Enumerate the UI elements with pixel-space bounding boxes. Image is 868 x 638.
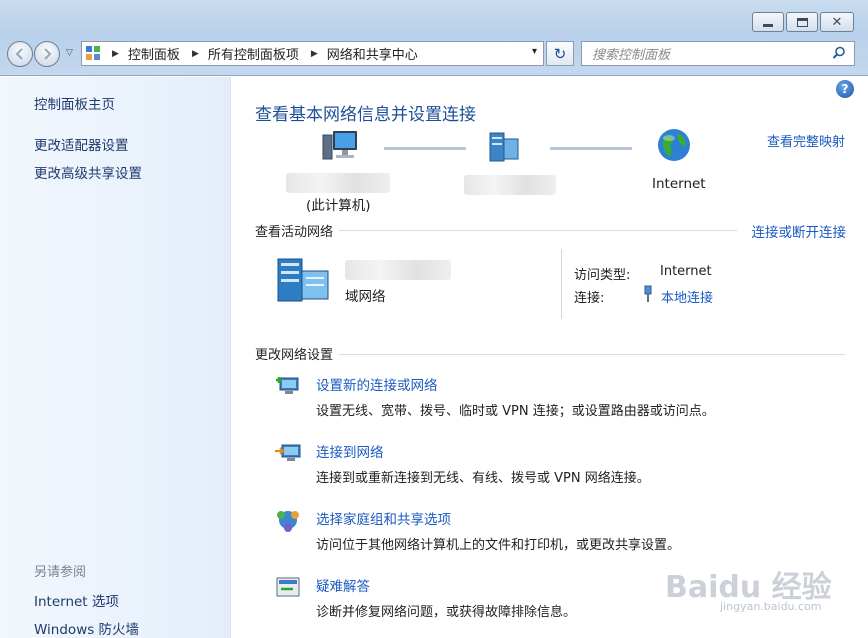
task-new-connection-desc: 设置无线、宽带、拨号、临时或 VPN 连接；或设置路由器或访问点。: [316, 404, 715, 419]
search-icon[interactable]: [832, 46, 846, 60]
connections-label: 连接:: [574, 291, 605, 306]
page-title: 查看基本网络信息并设置连接: [255, 105, 476, 125]
network-name-redacted: [464, 175, 556, 195]
breadcrumb-separator: ▶: [112, 48, 119, 59]
address-bar[interactable]: ▶ 控制面板 ▶ 所有控制面板项 ▶ 网络和共享中心 ▾: [81, 41, 544, 66]
close-icon: ✕: [831, 14, 843, 30]
network-node-icon: [489, 132, 519, 162]
homegroup-icon: [277, 511, 299, 532]
task-connect-network-title[interactable]: 连接到网络: [316, 441, 384, 461]
breadcrumb-separator: ▶: [191, 48, 199, 59]
task-homegroup-desc: 访问位于其他网络计算机上的文件和打印机，或更改共享设置。: [316, 538, 681, 553]
watermark-url: jingyan.baidu.com: [720, 600, 822, 613]
divider: [339, 354, 845, 355]
maximize-icon: [796, 17, 808, 27]
local-connection-link[interactable]: 本地连接: [661, 287, 713, 306]
task-homegroup-title[interactable]: 选择家庭组和共享选项: [316, 508, 451, 528]
task-troubleshoot-desc: 诊断并修复网络问题，或获得故障排除信息。: [316, 605, 577, 620]
title-bar: ✕ ▽ ▶ 控制面板 ▶ 所有控制面板项 ▶ 网络和共享中心 ▾ ↻ 搜索控制面…: [0, 0, 868, 76]
change-settings-heading: 更改网络设置: [255, 348, 334, 363]
troubleshoot-icon: [276, 577, 300, 597]
minimize-button[interactable]: [752, 12, 784, 32]
forward-arrow-icon: [44, 48, 52, 60]
sidebar-item-home[interactable]: 控制面板主页: [34, 93, 115, 113]
forward-button[interactable]: [34, 41, 60, 67]
network-type-label: 域网络: [345, 289, 386, 305]
this-computer-label: (此计算机): [306, 198, 371, 214]
refresh-button[interactable]: ↻: [546, 41, 574, 66]
back-arrow-icon: [15, 48, 23, 60]
breadcrumb-network-center[interactable]: 网络和共享中心: [327, 44, 418, 63]
sidebar-item-advanced-sharing[interactable]: 更改高级共享设置: [34, 162, 142, 182]
task-new-connection-title[interactable]: 设置新的连接或网络: [316, 374, 438, 394]
sidebar-item-internet-options[interactable]: Internet 选项: [34, 590, 119, 610]
help-icon: ?: [841, 82, 849, 96]
ethernet-icon: [644, 285, 652, 302]
access-type-label: 访问类型:: [574, 268, 631, 283]
connect-network-icon: [275, 444, 301, 461]
search-input[interactable]: 搜索控制面板: [581, 41, 855, 66]
internet-globe-icon: [658, 129, 690, 161]
breadcrumb-control-panel[interactable]: 控制面板: [128, 44, 180, 63]
task-connect-network-desc: 连接到或重新连接到无线、有线、拨号或 VPN 网络连接。: [316, 471, 650, 486]
map-link-line: [550, 147, 632, 150]
maximize-button[interactable]: [786, 12, 818, 32]
domain-network-icon: [277, 258, 329, 302]
access-type-value: Internet: [660, 264, 712, 279]
breadcrumb-all-items[interactable]: 所有控制面板项: [208, 44, 299, 63]
sidebar-item-adapter-settings[interactable]: 更改适配器设置: [34, 134, 129, 154]
sidebar-item-windows-firewall[interactable]: Windows 防火墙: [34, 618, 139, 638]
task-troubleshoot-title[interactable]: 疑难解答: [316, 575, 370, 595]
view-full-map-link[interactable]: 查看完整映射: [767, 131, 845, 150]
new-connection-icon: [276, 377, 299, 394]
control-panel-icon: [86, 45, 102, 62]
active-networks-heading: 查看活动网络: [255, 225, 334, 240]
divider: [339, 230, 737, 231]
back-button[interactable]: [7, 41, 33, 67]
active-network-name-redacted: [345, 260, 451, 280]
close-button[interactable]: ✕: [820, 12, 854, 32]
internet-label: Internet: [652, 176, 706, 192]
help-button[interactable]: ?: [836, 80, 854, 98]
computer-icon: [322, 131, 357, 160]
refresh-icon: ↻: [553, 44, 567, 63]
recent-pages-dropdown[interactable]: ▽: [66, 48, 73, 58]
vertical-divider: [561, 249, 562, 319]
computer-name-redacted: [286, 173, 390, 193]
map-link-line: [384, 147, 466, 150]
search-placeholder: 搜索控制面板: [592, 48, 671, 63]
address-dropdown-icon[interactable]: ▾: [532, 46, 537, 57]
sidebar: 控制面板主页 更改适配器设置 更改高级共享设置 另请参阅 Internet 选项…: [0, 77, 231, 638]
see-also-heading: 另请参阅: [34, 565, 87, 580]
connect-disconnect-link[interactable]: 连接或断开连接: [752, 221, 847, 241]
breadcrumb-separator: ▶: [310, 48, 318, 59]
window-controls: ✕: [752, 12, 854, 32]
minimize-icon: [763, 23, 773, 27]
main-content: ? 查看基本网络信息并设置连接 查看完整映射 (此计算机) Internet 查…: [232, 77, 868, 638]
